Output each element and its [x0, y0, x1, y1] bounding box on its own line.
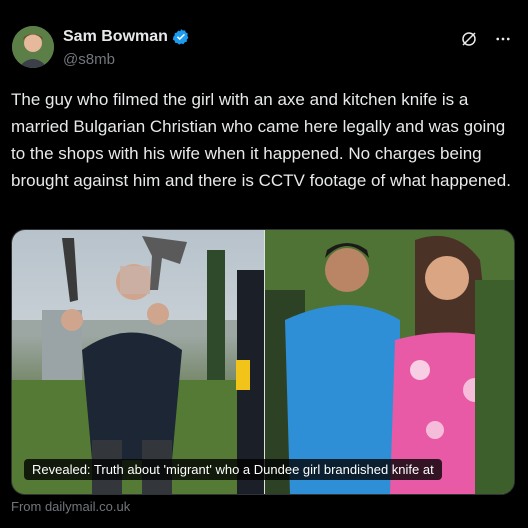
avatar[interactable] [12, 26, 54, 68]
author-name-row[interactable]: Sam Bowman [63, 28, 190, 46]
author-name[interactable]: Sam Bowman [63, 28, 168, 46]
card-image-left [12, 230, 264, 494]
verified-badge-icon [172, 29, 189, 45]
tweet-actions-top [460, 30, 512, 48]
card-headline: Revealed: Truth about 'migrant' who a Du… [24, 459, 442, 480]
card-image-right [265, 230, 514, 494]
tweet-text: The guy who filmed the girl with an axe … [11, 90, 511, 190]
more-options-icon[interactable] [494, 30, 512, 48]
author-handle[interactable]: @s8mb [63, 51, 115, 68]
link-card-media[interactable]: Revealed: Truth about 'migrant' who a Du… [11, 229, 515, 495]
avatar-image [12, 26, 54, 68]
grok-icon[interactable] [460, 30, 478, 48]
photo-man-with-weapons [12, 236, 264, 494]
photo-couple [265, 230, 514, 494]
card-source[interactable]: From dailymail.co.uk [11, 499, 130, 514]
tweet-header: Sam Bowman @s8mb [12, 14, 516, 68]
